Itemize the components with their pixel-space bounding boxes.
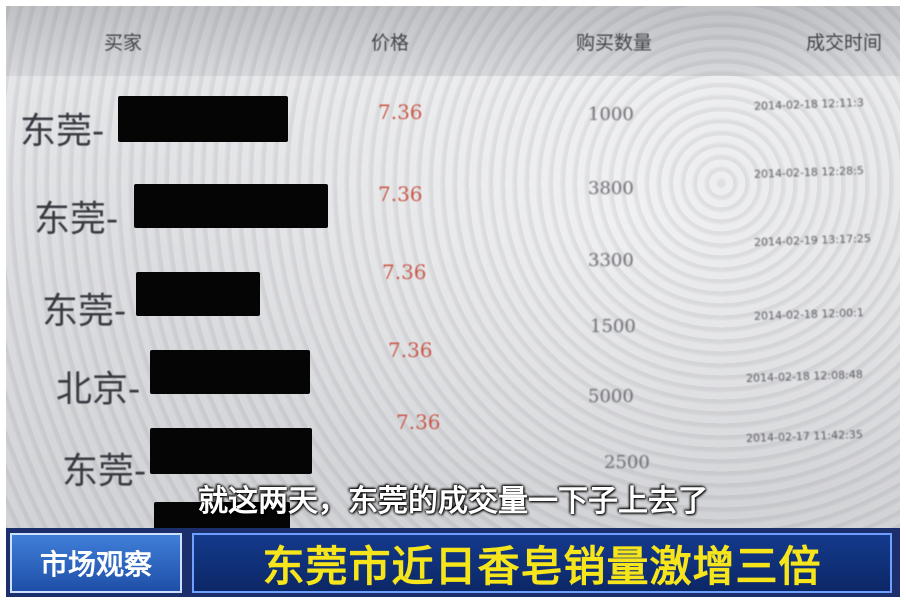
row-5-time: 2014-02-18 12:08:48 xyxy=(745,367,864,386)
header-quantity: 购买数量 xyxy=(576,32,653,54)
row-3-time: 2014-02-19 13:17:25 xyxy=(753,231,872,250)
row-2-price: 7.36 xyxy=(378,182,423,206)
row-2-buyer: 东莞- xyxy=(34,199,119,240)
row-3-redaction xyxy=(136,272,260,316)
row-3-qty: 3300 xyxy=(588,250,634,271)
row-2-qty: 3800 xyxy=(588,178,634,199)
row-4-time: 2014-02-18 12:00:1 xyxy=(753,306,865,323)
row-1-redaction xyxy=(118,96,288,142)
row-3-price: 7.36 xyxy=(382,260,427,284)
row-1-qty: 1000 xyxy=(588,104,634,125)
segment-tag: 市场观察 xyxy=(10,533,182,593)
row-1-time: 2014-02-18 12:11:3 xyxy=(753,96,865,113)
headline-banner: 东莞市近日香皂销量激增三倍 xyxy=(192,533,892,593)
row-6-qty: 2500 xyxy=(604,452,650,473)
row-5-price: 7.36 xyxy=(396,410,441,434)
video-frame: 买家 价格 购买数量 成交时间 东莞- 7.36 1000 2014-02-18… xyxy=(6,6,900,597)
row-1-price: 7.36 xyxy=(378,100,423,124)
row-5-qty: 5000 xyxy=(588,386,634,407)
row-5-redaction xyxy=(150,428,312,474)
news-lower-third: 市场观察 东莞市近日香皂销量激增三倍 xyxy=(6,528,900,597)
row-1-buyer: 东莞- xyxy=(20,111,105,152)
row-4-qty: 1500 xyxy=(590,316,636,337)
row-4-buyer: 北京- xyxy=(56,369,141,410)
row-3-buyer: 东莞- xyxy=(42,291,127,332)
row-2-time: 2014-02-18 12:28:5 xyxy=(753,164,865,181)
header-buyer: 买家 xyxy=(104,32,143,54)
row-2-redaction xyxy=(134,184,328,228)
header-time: 成交时间 xyxy=(806,32,883,54)
row-4-price: 7.36 xyxy=(388,338,433,362)
row-6-time: 2014-02-17 11:42:35 xyxy=(745,427,864,446)
header-price: 价格 xyxy=(371,32,410,54)
subtitle-caption: 就这两天，东莞的成交量一下子上去了 xyxy=(198,484,708,519)
row-4-redaction xyxy=(150,350,310,394)
